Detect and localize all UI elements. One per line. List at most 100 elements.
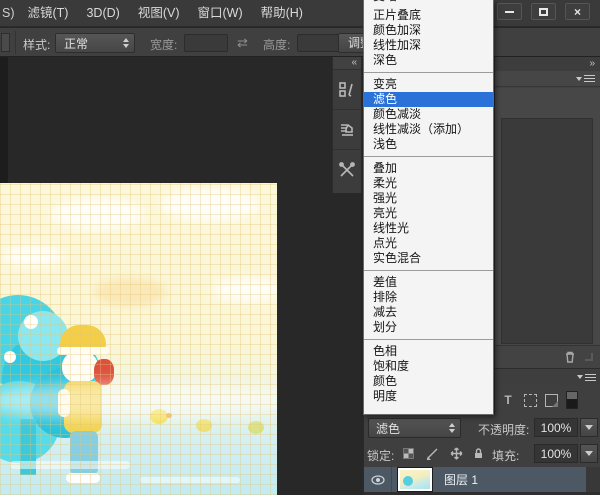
menu-item-pin-light[interactable]: 点光 xyxy=(364,236,493,251)
lock-transparent-pixels-button[interactable] xyxy=(400,445,417,462)
blend-mode-dropdown-menu: 变暗 正片叠底 颜色加深 线性加深 深色 变亮 滤色 颜色减淡 线性减淡（添加）… xyxy=(363,0,494,415)
menu-item-linear-dodge[interactable]: 线性减淡（添加） xyxy=(364,122,493,137)
panel-dock: « xyxy=(332,57,362,193)
menu-item-linear-light[interactable]: 线性光 xyxy=(364,221,493,236)
eye-icon xyxy=(371,475,385,485)
hamburger-icon xyxy=(584,75,595,82)
menu-item-filter[interactable]: 滤镜(T) xyxy=(19,0,78,27)
menu-item-darker-color[interactable]: 深色 xyxy=(364,53,493,68)
layer-filter-row: T xyxy=(495,385,600,415)
fill-label: 填充: xyxy=(492,447,519,464)
menu-item-divide[interactable]: 划分 xyxy=(364,320,493,335)
water-streak-shape xyxy=(140,477,240,483)
maximize-button[interactable] xyxy=(531,3,556,20)
child-shoes-shape xyxy=(66,473,100,483)
menu-item-hard-mix[interactable]: 实色混合 xyxy=(364,251,493,266)
layers-panel-menu-button[interactable] xyxy=(577,374,596,381)
style-select[interactable]: 正常 xyxy=(55,33,135,53)
filter-type-icon[interactable]: T xyxy=(500,392,516,408)
filter-smart-object-icon[interactable] xyxy=(545,394,558,407)
water-streak-shape xyxy=(10,461,130,469)
filter-shape-icon[interactable] xyxy=(524,394,537,407)
hamburger-icon xyxy=(585,374,596,381)
double-chevron-left-icon: « xyxy=(351,57,357,68)
opacity-value[interactable]: 100% xyxy=(534,418,578,437)
opacity-dropdown-button[interactable] xyxy=(580,418,598,437)
cloud-shape xyxy=(2,245,64,267)
menu-item-color[interactable]: 颜色 xyxy=(364,374,493,389)
menu-item-linear-burn[interactable]: 线性加深 xyxy=(364,38,493,53)
collapse-panels-button[interactable]: « xyxy=(333,57,361,70)
resize-grip[interactable] xyxy=(585,353,593,361)
trash-icon[interactable] xyxy=(563,350,577,364)
expand-panels-button[interactable]: » xyxy=(495,57,600,71)
menu-item-lighten[interactable]: 变亮 xyxy=(364,77,493,92)
menu-item-multiply[interactable]: 正片叠底 xyxy=(364,8,493,23)
minimize-button[interactable] xyxy=(497,3,522,20)
menu-group-comparative: 差值 排除 减去 划分 xyxy=(364,271,493,340)
tool-preset-partial[interactable] xyxy=(1,33,10,52)
panel-empty-list xyxy=(501,118,593,344)
style-select-value: 正常 xyxy=(56,35,123,52)
layer-row-selected[interactable]: 图层 1 xyxy=(364,467,586,492)
checkerboard-icon xyxy=(403,448,414,459)
blend-mode-select[interactable]: 滤色 xyxy=(368,418,461,438)
layer-thumbnail[interactable] xyxy=(398,468,432,491)
menu-item-lighter-color[interactable]: 浅色 xyxy=(364,137,493,152)
document-canvas[interactable] xyxy=(0,183,277,495)
menu-item-3d[interactable]: 3D(D) xyxy=(77,0,128,27)
tool-presets-panel-button[interactable] xyxy=(333,110,361,150)
menu-item-hue[interactable]: 色相 xyxy=(364,344,493,359)
panel-menu-button[interactable] xyxy=(576,75,595,82)
fill-value[interactable]: 100% xyxy=(534,444,578,463)
lock-position-button[interactable] xyxy=(448,445,465,462)
clone-source-panel-button[interactable] xyxy=(333,70,361,110)
menu-item-window[interactable]: 窗口(W) xyxy=(188,0,251,27)
mist-shape xyxy=(0,383,277,419)
fill-dropdown-button[interactable] xyxy=(580,444,598,463)
menu-item-vivid-light[interactable]: 亮光 xyxy=(364,206,493,221)
menu-item-color-dodge[interactable]: 颜色减淡 xyxy=(364,107,493,122)
layers-scroll-strip[interactable] xyxy=(586,467,600,492)
menu-item-luminosity[interactable]: 明度 xyxy=(364,389,493,404)
divider xyxy=(15,31,16,54)
menu-item-saturation[interactable]: 饱和度 xyxy=(364,359,493,374)
filter-toggle-swatch[interactable] xyxy=(566,391,578,409)
opacity-label: 不透明度: xyxy=(478,421,529,438)
layers-panel-header xyxy=(495,368,600,385)
width-input[interactable] xyxy=(184,34,228,52)
lock-image-pixels-button[interactable] xyxy=(424,445,441,462)
options-bar: 样式: 正常 宽度: ⇄ 高度: 调整边缘 xyxy=(0,28,600,57)
height-input[interactable] xyxy=(297,34,341,52)
menu-item-hard-light[interactable]: 强光 xyxy=(364,191,493,206)
duck-shape xyxy=(248,421,264,434)
menu-item-select-partial[interactable]: S) xyxy=(0,0,19,27)
cloud-shape xyxy=(160,188,260,222)
menu-item-subtract[interactable]: 减去 xyxy=(364,305,493,320)
menu-item-view[interactable]: 视图(V) xyxy=(129,0,189,27)
layer-visibility-toggle[interactable] xyxy=(364,467,392,492)
menu-group-contrast: 叠加 柔光 强光 亮光 线性光 点光 实色混合 xyxy=(364,157,493,271)
menu-item-help[interactable]: 帮助(H) xyxy=(252,0,312,27)
menu-item-difference[interactable]: 差值 xyxy=(364,275,493,290)
layer-name: 图层 1 xyxy=(444,471,478,488)
child-face-shape xyxy=(62,351,98,383)
properties-panel-button[interactable] xyxy=(333,150,361,190)
menu-group-lighten: 变亮 滤色 颜色减淡 线性减淡（添加） 浅色 xyxy=(364,73,493,157)
updown-arrows-icon xyxy=(123,38,129,48)
close-button[interactable]: × xyxy=(565,3,590,20)
lock-all-button[interactable] xyxy=(470,445,487,462)
right-panel-column: » T xyxy=(494,57,600,415)
menu-item-soft-light[interactable]: 柔光 xyxy=(364,176,493,191)
panel-body xyxy=(495,88,600,345)
lock-label: 锁定: xyxy=(367,447,394,464)
clone-source-icon xyxy=(338,81,356,99)
lock-row: 锁定: 填充: 100% xyxy=(364,441,600,467)
orange-haze-shape xyxy=(95,278,165,306)
move-icon xyxy=(450,447,463,460)
menu-item-color-burn[interactable]: 颜色加深 xyxy=(364,23,493,38)
swap-dimensions-icon[interactable]: ⇄ xyxy=(237,35,248,51)
menu-item-exclusion[interactable]: 排除 xyxy=(364,290,493,305)
menu-item-overlay[interactable]: 叠加 xyxy=(364,161,493,176)
menu-item-screen-selected[interactable]: 滤色 xyxy=(364,92,493,107)
